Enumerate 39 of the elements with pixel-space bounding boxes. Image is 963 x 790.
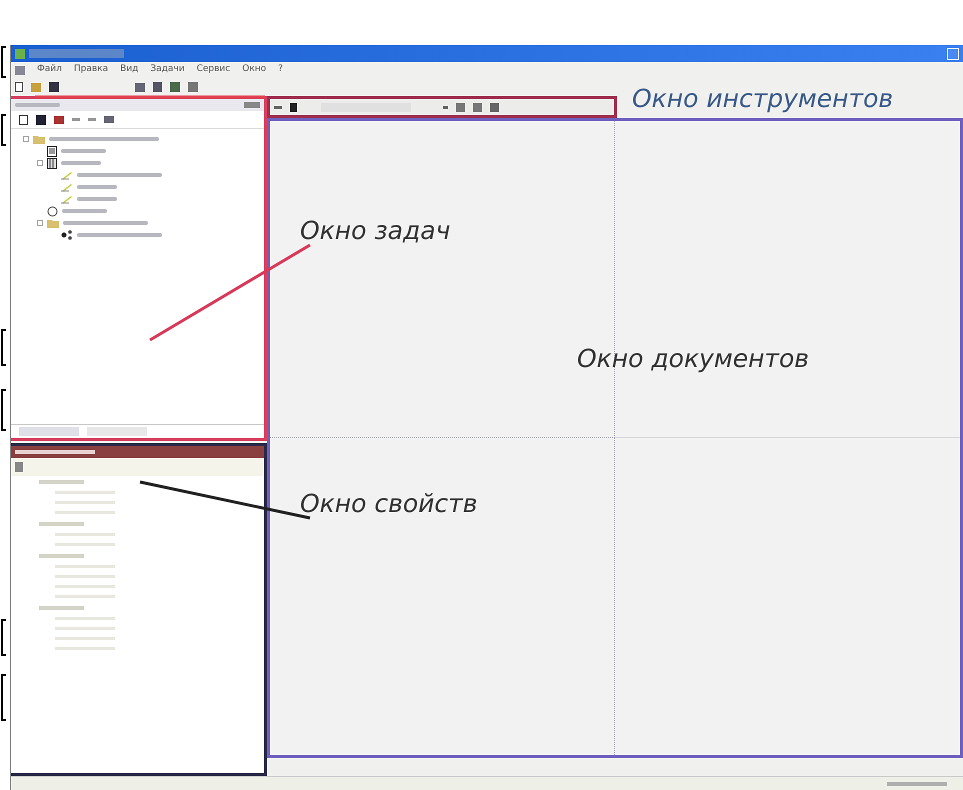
blurred-label: [62, 209, 107, 213]
annotation-label: Окно задач: [300, 215, 450, 247]
folder-icon: [47, 218, 59, 228]
blurred-label: [77, 185, 117, 189]
menu-item[interactable]: Окно: [242, 63, 266, 77]
pencil-icon: [61, 170, 73, 180]
folder-icon: [33, 134, 45, 144]
pencil-icon: [61, 182, 73, 192]
menu-item[interactable]: Сервис: [196, 63, 230, 77]
annotation-label: Окно документов: [577, 343, 810, 375]
annotation-label: Окно свойств: [300, 488, 478, 520]
expander-icon[interactable]: [23, 136, 29, 142]
group-header: [39, 480, 84, 484]
menu-item[interactable]: Задачи: [150, 63, 185, 77]
blurred-label: [61, 149, 106, 153]
blurred-label: [77, 197, 117, 201]
circle-icon: [47, 206, 58, 216]
annotation-label: Окно инструментов: [632, 83, 894, 115]
node-icon: [61, 230, 73, 240]
app-menu-icon[interactable]: [15, 66, 25, 74]
expander-icon[interactable]: [37, 220, 43, 226]
menu-item[interactable]: Файл: [37, 63, 62, 77]
group-header: [39, 554, 84, 558]
window-button[interactable]: [947, 48, 959, 60]
menu-item[interactable]: ?: [278, 63, 283, 77]
document-icon: [47, 158, 57, 168]
blurred-label: [15, 103, 60, 107]
menu-item[interactable]: Вид: [120, 63, 138, 77]
menu-item[interactable]: Правка: [74, 63, 108, 77]
group-header: [39, 522, 84, 526]
app-logo-icon: [15, 48, 25, 58]
pencil-icon: [61, 194, 73, 204]
blurred-label: [61, 161, 101, 165]
page-icon[interactable]: [19, 114, 28, 124]
cursor-icon[interactable]: [290, 102, 297, 112]
group-header: [39, 606, 84, 610]
expander-icon[interactable]: [37, 160, 43, 166]
blurred-status: [887, 782, 947, 786]
page-icon: [47, 146, 57, 156]
